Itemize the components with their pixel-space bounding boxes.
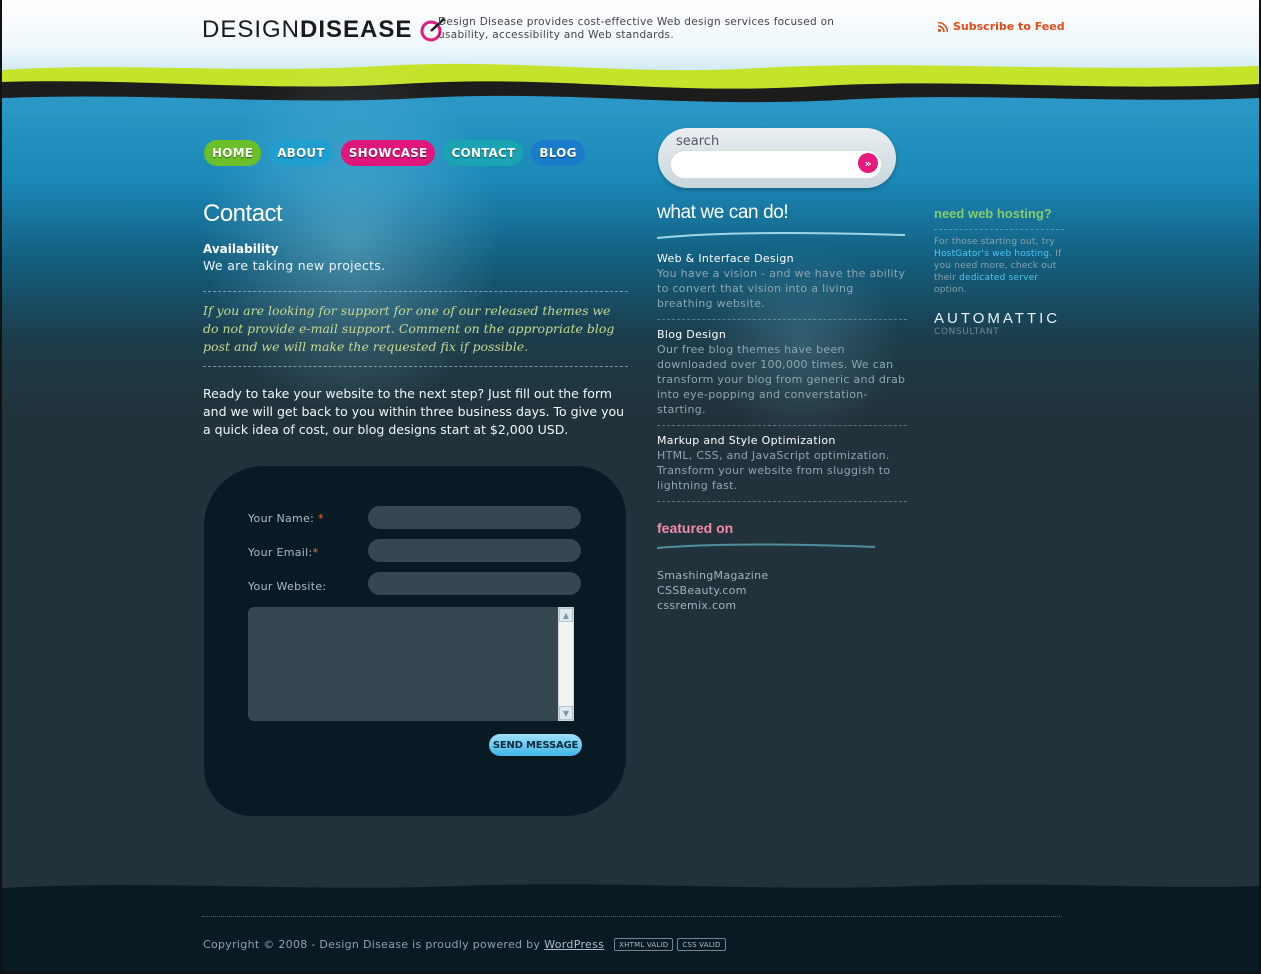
nav-showcase[interactable]: SHOWCASE xyxy=(340,140,436,166)
service-title: Markup and Style Optimization xyxy=(657,434,836,447)
service-title: Blog Design xyxy=(657,328,727,341)
intro-text: Ready to take your website to the next s… xyxy=(203,386,625,437)
search-label: search xyxy=(676,134,720,149)
footer-divider xyxy=(202,916,1062,917)
site-tagline: Design Disease provides cost-effective W… xyxy=(438,16,835,41)
service-desc: Our free blog themes have been downloade… xyxy=(657,343,906,416)
service-desc: HTML, CSS, and JavaScript optimization. … xyxy=(657,449,891,492)
css-badge[interactable]: CSS VALID xyxy=(677,938,726,951)
automattic-logo[interactable]: AUTOMATTIC xyxy=(934,310,1064,327)
textarea-scrollbar[interactable]: ▲ ▼ xyxy=(558,607,574,721)
services-heading: what we can do! xyxy=(657,202,789,223)
copyright: Copyright © 2008 - Design Disease is pro… xyxy=(203,938,726,951)
swirl-divider xyxy=(656,232,906,239)
subscribe-label: Subscribe to Feed xyxy=(953,20,1065,33)
email-field[interactable] xyxy=(368,539,581,562)
divider xyxy=(203,291,628,292)
divider xyxy=(934,229,1064,230)
automattic-sub: CONSULTANT xyxy=(934,327,1000,337)
grass-wave xyxy=(2,63,1259,114)
availability-heading: Availability xyxy=(203,242,279,256)
footer xyxy=(2,888,1259,972)
subscribe-link[interactable]: Subscribe to Feed xyxy=(938,20,1065,33)
divider xyxy=(203,366,628,367)
dedicated-server-link[interactable]: dedicated server xyxy=(959,273,1038,283)
nav-home[interactable]: HOME xyxy=(204,140,262,166)
service-item: Markup and Style Optimization HTML, CSS,… xyxy=(657,434,907,502)
scroll-up-icon[interactable]: ▲ xyxy=(559,608,573,622)
featured-link[interactable]: SmashingMagazine xyxy=(657,568,887,583)
website-label: Your Website: xyxy=(248,580,327,593)
logo-text: DESIGNDISEASE xyxy=(202,16,413,43)
featured-link[interactable]: cssremix.com xyxy=(657,598,887,613)
wordpress-link[interactable]: WordPress xyxy=(544,938,604,951)
service-item: Blog Design Our free blog themes have be… xyxy=(657,328,907,426)
search-box: search » xyxy=(658,128,896,188)
featured-link[interactable]: CSSBeauty.com xyxy=(657,583,887,598)
email-label: Your Email:* xyxy=(248,546,319,559)
hosting-box: need web hosting? For those starting out… xyxy=(934,206,1064,337)
search-input[interactable] xyxy=(670,150,882,179)
hosting-text: For those starting out, try HostGator's … xyxy=(934,237,1062,295)
nav-contact[interactable]: CONTACT xyxy=(443,140,524,166)
nav-blog[interactable]: BLOG xyxy=(531,140,585,166)
page-title: Contact xyxy=(203,200,283,227)
swirl-divider xyxy=(656,543,876,549)
site-logo[interactable]: DESIGNDISEASE xyxy=(202,16,447,44)
xhtml-badge[interactable]: XHTML VALID xyxy=(614,938,674,951)
featured-section: featured on SmashingMagazine CSSBeauty.c… xyxy=(656,520,887,613)
support-note: If you are looking for support for one o… xyxy=(203,303,615,354)
service-desc: You have a vision - and we have the abil… xyxy=(657,267,906,310)
availability-text: We are taking new projects. xyxy=(203,258,386,273)
website-field[interactable] xyxy=(368,572,581,595)
name-label: Your Name: * xyxy=(248,512,324,525)
hosting-heading: need web hosting? xyxy=(934,206,1052,221)
featured-list: SmashingMagazine CSSBeauty.com cssremix.… xyxy=(657,568,887,613)
nav-about[interactable]: ABOUT xyxy=(269,140,333,166)
main-nav: HOME ABOUT SHOWCASE CONTACT BLOG xyxy=(204,140,585,166)
search-submit-button[interactable]: » xyxy=(858,153,878,173)
featured-heading: featured on xyxy=(657,520,734,536)
send-message-button[interactable]: SEND MESSAGE xyxy=(489,734,582,756)
name-field[interactable] xyxy=(368,506,581,529)
service-title: Web & Interface Design xyxy=(657,252,794,265)
services-column: what we can do! Web & Interface Design Y… xyxy=(656,202,907,502)
page-frame: DESIGNDISEASE Design Disease provides co… xyxy=(0,0,1261,974)
scroll-down-icon[interactable]: ▼ xyxy=(559,706,573,720)
contact-form: Your Name: * Your Email:* Your Website: … xyxy=(204,466,626,816)
hostgator-link[interactable]: HostGator's web hosting xyxy=(934,249,1049,259)
main-content: Contact Availability We are taking new p… xyxy=(203,200,628,439)
message-textarea[interactable] xyxy=(248,607,574,721)
rss-icon xyxy=(938,21,948,32)
service-item: Web & Interface Design You have a vision… xyxy=(657,252,907,320)
